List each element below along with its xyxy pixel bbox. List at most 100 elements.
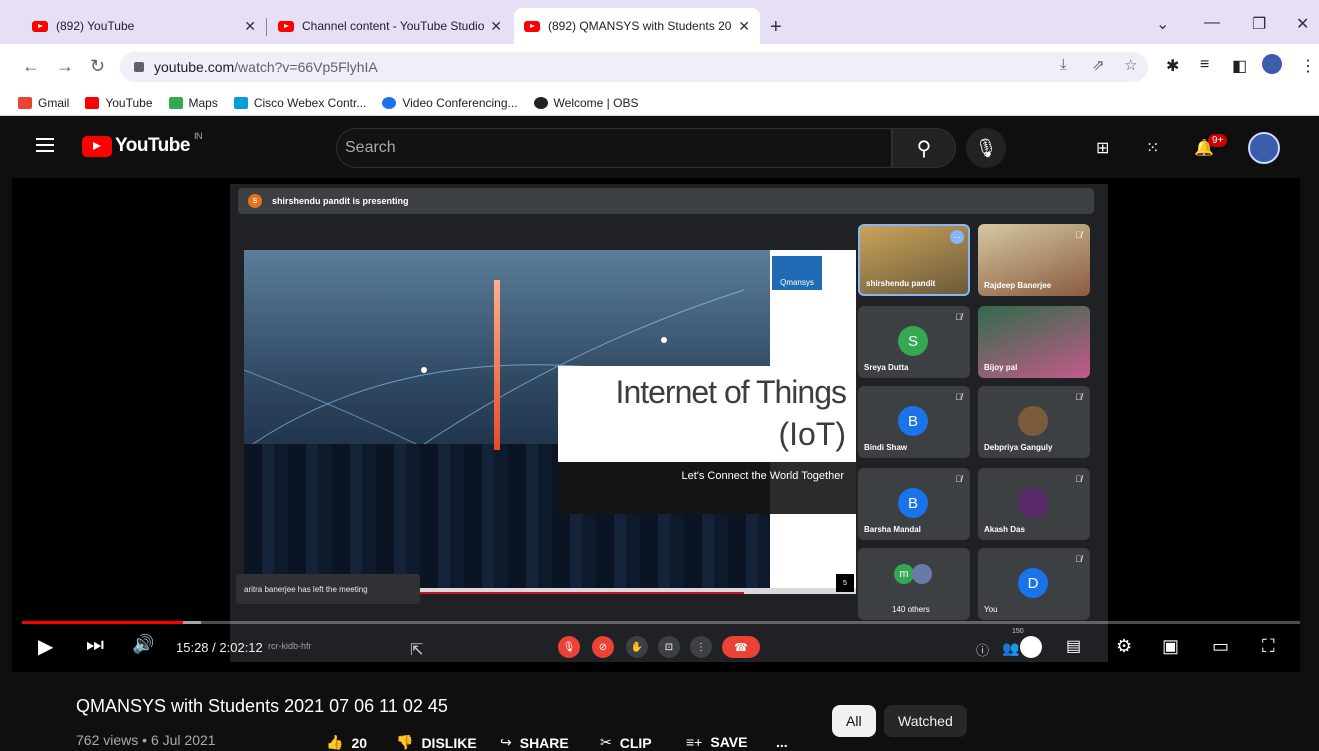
meeting-info-icon: ⓘ <box>976 643 990 658</box>
address-bar[interactable]: youtube.com/watch?v=66Vp5FlyhIA <box>120 52 1148 82</box>
others-tile: m 140 others <box>858 548 970 620</box>
browser-tab-active[interactable]: (892) QMANSYS with Students 2021 07 06 1… <box>514 8 760 44</box>
save-button[interactable]: ≡+ SAVE <box>686 734 747 750</box>
meet-more-options-icon: ⋮ <box>690 636 712 658</box>
notification-badge: 9+ <box>1208 134 1228 147</box>
tab-title: (892) QMANSYS with Students 2021 07 06 1… <box>548 19 732 33</box>
mouse-cursor-icon: ⇱ <box>410 642 424 659</box>
maps-icon <box>168 96 183 109</box>
raise-hand-icon: ✋ <box>626 636 648 658</box>
search-input[interactable]: Search <box>336 128 892 168</box>
slide-title-line1: Internet of Things <box>615 374 847 410</box>
close-tab-icon[interactable]: ✕ <box>244 18 256 35</box>
bookmark-webex[interactable]: Cisco Webex Contr... <box>233 96 366 110</box>
others-photo-avatar <box>912 564 932 584</box>
restore-icon[interactable]: ❐ <box>1252 14 1266 34</box>
share-label: SHARE <box>519 734 569 751</box>
self-label: You <box>984 605 998 614</box>
time-separator: / <box>208 640 220 655</box>
close-window-icon[interactable]: ✕ <box>1296 14 1309 34</box>
search-icon: ⚲ <box>916 137 932 160</box>
side-panel-icon[interactable]: ◧ <box>1232 56 1247 76</box>
miniplayer-icon[interactable]: ▣ <box>1162 636 1179 657</box>
youtube-header: YouTube IN Search ⚲ 🎙 ⊞ ⁙ 🔔 9+ <box>0 116 1319 178</box>
slide-subtitle-box: Let's Connect the World Together <box>558 462 856 514</box>
youtube-logo[interactable]: YouTube IN <box>82 131 202 157</box>
menu-hamburger-icon[interactable] <box>36 138 54 152</box>
search-button[interactable]: ⚲ <box>892 128 956 168</box>
clip-button[interactable]: ✂ CLIP <box>600 734 652 751</box>
autoplay-toggle-icon[interactable] <box>1020 636 1042 658</box>
youtube-play-logo-icon <box>82 135 112 157</box>
back-arrow-icon[interactable]: ← <box>22 56 40 77</box>
bookmark-maps[interactable]: Maps <box>168 96 218 110</box>
tab-search-chevron-icon[interactable]: ⌄ <box>1156 14 1169 34</box>
end-call-icon: ☎ <box>722 636 760 658</box>
theater-mode-icon[interactable]: ▭ <box>1212 636 1229 657</box>
close-tab-icon[interactable]: ✕ <box>738 18 750 35</box>
bookmark-video-conferencing[interactable]: Video Conferencing... <box>382 96 518 110</box>
like-button[interactable]: 👍 20 <box>326 734 367 751</box>
scissors-icon: ✂ <box>600 734 612 750</box>
bookmark-obs[interactable]: Welcome | OBS <box>533 96 638 110</box>
bookmark-label: YouTube <box>105 95 153 110</box>
youtube-favicon-icon <box>524 20 540 32</box>
video-player[interactable]: S shirshendu pandit is presenting Qmansy… <box>12 178 1300 672</box>
reload-icon[interactable]: ↻ <box>90 56 105 77</box>
more-actions-label: ... <box>776 734 788 750</box>
share-arrow-icon: ↪ <box>500 734 512 750</box>
meet-recording: S shirshendu pandit is presenting Qmansy… <box>230 184 1108 662</box>
dislike-button[interactable]: 👎 DISLIKE <box>396 734 477 751</box>
profile-avatar-icon[interactable] <box>1262 54 1282 74</box>
participant-tile: 🎙̸ Akash Das <box>978 468 1090 540</box>
account-avatar[interactable] <box>1248 132 1280 164</box>
fullscreen-icon[interactable]: ⛶ <box>1262 636 1275 657</box>
bookmark-gmail[interactable]: Gmail <box>18 96 69 110</box>
muted-mic-icon: 🎙̸ <box>955 474 962 484</box>
meeting-code: rcr-kidb-hfr <box>268 641 312 651</box>
chip-all[interactable]: All <box>832 705 876 737</box>
more-actions-button[interactable]: ... <box>776 734 788 750</box>
presenting-text: shirshendu pandit is presenting <box>272 196 409 206</box>
next-video-icon[interactable]: ⏭ <box>86 634 104 657</box>
more-options-icon: ⋯ <box>950 230 964 244</box>
muted-mic-icon: 🎙̸ <box>1075 474 1082 484</box>
slide-title-box: Internet of Things (IoT) <box>558 366 856 462</box>
browser-tab[interactable]: Channel content - YouTube Studio ✕ <box>268 8 512 44</box>
apps-grid-icon[interactable]: ⁙ <box>1146 138 1159 158</box>
subtitles-icon[interactable]: ▤ <box>1066 636 1081 656</box>
slide-page-number: 5 <box>836 574 854 592</box>
volume-icon[interactable]: 🔊 <box>132 634 154 655</box>
slide-subtitle: Let's Connect the World Together <box>681 470 844 482</box>
obs-icon <box>533 96 548 109</box>
forward-arrow-icon[interactable]: → <box>56 56 74 77</box>
extensions-puzzle-icon[interactable]: ✱ <box>1166 56 1179 76</box>
participant-photo-avatar <box>1018 488 1048 518</box>
bookmark-star-icon[interactable]: ☆ <box>1124 56 1137 74</box>
browser-menu-icon[interactable]: ⋮ <box>1300 56 1316 76</box>
browser-tab[interactable]: (892) YouTube ✕ <box>22 8 266 44</box>
present-screen-icon: ⊡ <box>658 636 680 658</box>
progress-track[interactable] <box>22 621 1300 624</box>
browser-tab-strip: (892) YouTube ✕ Channel content - YouTub… <box>0 0 1319 44</box>
url-host: youtube.com <box>154 59 235 75</box>
presenter-avatar: S <box>248 194 262 208</box>
install-app-icon[interactable]: ⤓ <box>1060 56 1067 73</box>
play-icon[interactable]: ▶ <box>38 634 53 659</box>
logo-text: YouTube <box>115 135 190 156</box>
youtube-studio-favicon-icon <box>278 20 294 32</box>
share-page-icon[interactable]: ⇗ <box>1092 56 1105 74</box>
new-tab-icon[interactable]: + <box>770 16 782 39</box>
tab-title: Channel content - YouTube Studio <box>302 19 485 33</box>
settings-gear-icon[interactable]: ⚙ <box>1116 636 1132 657</box>
create-video-icon[interactable]: ⊞ <box>1096 138 1109 158</box>
reading-list-icon[interactable]: ≡ <box>1200 56 1209 74</box>
share-button[interactable]: ↪ SHARE <box>500 734 569 751</box>
voice-search-mic-icon[interactable]: 🎙 <box>966 128 1006 168</box>
minimize-icon[interactable]: — <box>1204 14 1220 32</box>
camera-off-icon: ⊘ <box>592 636 614 658</box>
close-tab-icon[interactable]: ✕ <box>490 18 502 35</box>
bookmark-youtube[interactable]: YouTube <box>85 95 153 110</box>
video-title: QMANSYS with Students 2021 07 06 11 02 4… <box>76 696 448 716</box>
chip-watched[interactable]: Watched <box>884 705 967 737</box>
